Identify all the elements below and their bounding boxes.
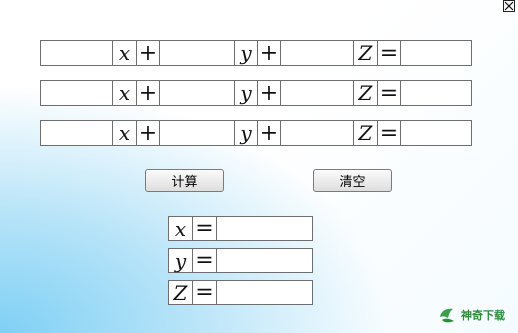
plus-sign: +	[257, 40, 281, 66]
watermark-text: 神奇下载	[461, 309, 505, 322]
equation-row-3: x + y + Z =	[40, 120, 473, 146]
y-variable-label: y	[234, 80, 258, 106]
calculate-button[interactable]: 计算	[145, 169, 224, 192]
plus-sign: +	[136, 120, 160, 146]
plus-sign: +	[136, 40, 160, 66]
z-variable-label: Z	[353, 80, 378, 106]
y-variable-label: y	[234, 40, 258, 66]
coef-z-input-2[interactable]	[280, 80, 354, 106]
close-x-icon	[504, 1, 514, 11]
coef-z-input-1[interactable]	[280, 40, 354, 66]
coef-y-input-2[interactable]	[159, 80, 235, 106]
coef-y-input-1[interactable]	[159, 40, 235, 66]
plus-sign: +	[257, 120, 281, 146]
y-variable-label: y	[234, 120, 258, 146]
clear-button[interactable]: 清空	[313, 169, 392, 192]
coef-z-input-3[interactable]	[280, 120, 354, 146]
coef-x-input-2[interactable]	[40, 80, 113, 106]
x-variable-label: x	[112, 40, 137, 66]
coef-x-input-1[interactable]	[40, 40, 113, 66]
equals-sign: =	[192, 280, 217, 305]
watermark: 神奇下载	[437, 304, 515, 326]
constant-input-1[interactable]	[400, 40, 472, 66]
y-result-field[interactable]	[216, 248, 313, 273]
constant-input-2[interactable]	[400, 80, 472, 106]
equals-sign: =	[192, 216, 217, 241]
constant-input-3[interactable]	[400, 120, 472, 146]
close-button[interactable]	[503, 0, 515, 12]
z-result-field[interactable]	[216, 280, 313, 305]
x-result-field[interactable]	[216, 216, 313, 241]
x-variable-label: x	[112, 80, 137, 106]
plus-sign: +	[257, 80, 281, 106]
result-row-x: x =	[168, 216, 313, 241]
equals-sign: =	[377, 40, 401, 66]
x-variable-label: x	[112, 120, 137, 146]
result-row-z: Z =	[168, 280, 313, 305]
equation-row-1: x + y + Z =	[40, 40, 473, 66]
z-variable-label: Z	[353, 40, 378, 66]
z-variable-label: Z	[353, 120, 378, 146]
y-result-label: y	[168, 248, 193, 273]
equals-sign: =	[192, 248, 217, 273]
x-result-label: x	[168, 216, 193, 241]
coef-x-input-3[interactable]	[40, 120, 113, 146]
z-result-label: Z	[168, 280, 193, 305]
plus-sign: +	[136, 80, 160, 106]
coef-y-input-3[interactable]	[159, 120, 235, 146]
watermark-logo-icon	[440, 308, 454, 323]
equals-sign: =	[377, 80, 401, 106]
equation-row-2: x + y + Z =	[40, 80, 473, 106]
result-row-y: y =	[168, 248, 313, 273]
equals-sign: =	[377, 120, 401, 146]
